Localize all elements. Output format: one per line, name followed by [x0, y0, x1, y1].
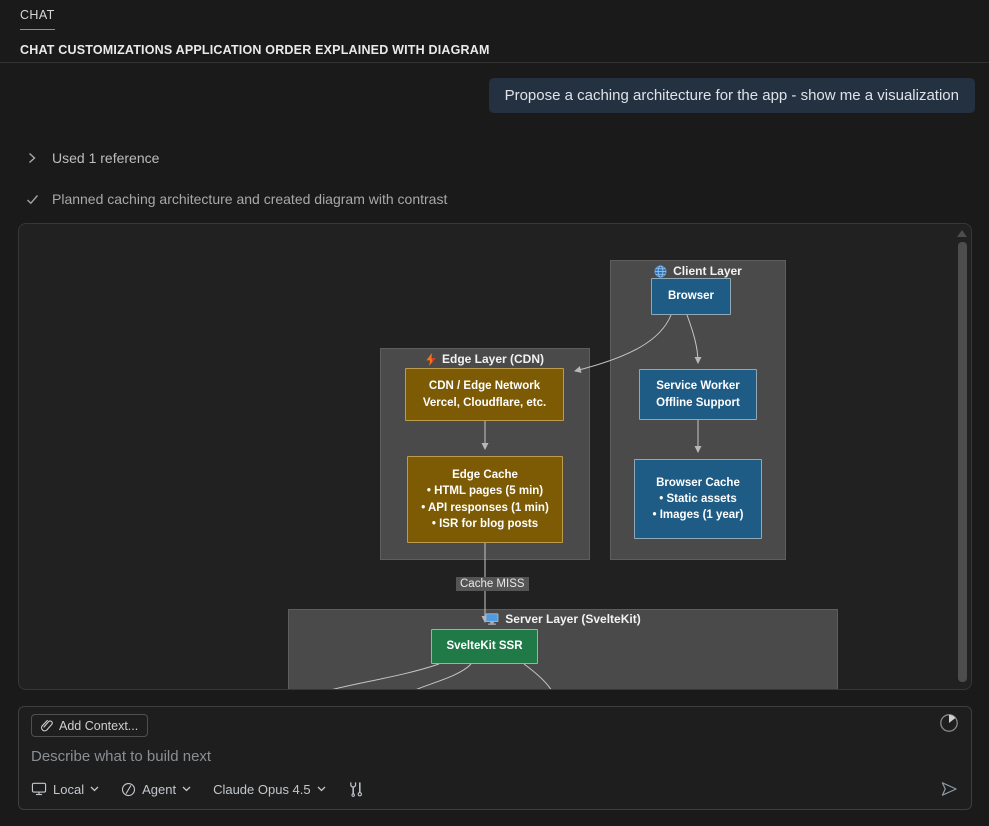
scrollbar-thumb[interactable]: [958, 242, 967, 682]
session-picker-local-label: Local: [53, 782, 84, 797]
node-cdn-line2: Vercel, Cloudflare, etc.: [423, 395, 546, 411]
node-edge-cache-item1: • HTML pages (5 min): [427, 483, 543, 499]
node-browser-label: Browser: [668, 288, 714, 304]
add-context-label: Add Context...: [59, 719, 138, 733]
composer-toolbar: Local Agent Claude Opus 4.5: [31, 778, 959, 800]
layer-title-client-label: Client Layer: [673, 264, 742, 278]
node-cdn: CDN / Edge Network Vercel, Cloudflare, e…: [405, 368, 564, 421]
add-context-button[interactable]: Add Context...: [31, 714, 148, 737]
send-icon[interactable]: [940, 780, 959, 798]
node-edge-cache-item3: • ISR for blog posts: [432, 516, 538, 532]
layer-title-client: Client Layer: [610, 264, 786, 278]
edge-label-cache-miss: Cache MISS: [456, 577, 529, 591]
lightning-icon: [426, 353, 436, 366]
layer-title-server: Server Layer (SvelteKit): [288, 612, 838, 626]
node-sveltekit-ssr-label: SvelteKit SSR: [446, 638, 522, 654]
used-references-label: Used 1 reference: [52, 150, 159, 166]
node-browser-cache-title: Browser Cache: [656, 475, 740, 491]
page-title: CHAT CUSTOMIZATIONS APPLICATION ORDER EX…: [20, 43, 490, 57]
paperclip-icon: [41, 719, 53, 732]
node-browser: Browser: [651, 278, 731, 315]
layer-title-edge-label: Edge Layer (CDN): [442, 352, 544, 366]
status-row[interactable]: Planned caching architecture and created…: [24, 191, 447, 207]
node-edge-cache-item2: • API responses (1 min): [421, 500, 549, 516]
node-browser-cache: Browser Cache • Static assets • Images (…: [634, 459, 762, 539]
globe-icon: [654, 265, 667, 278]
chat-composer: Add Context... Local: [18, 706, 972, 810]
status-label: Planned caching architecture and created…: [52, 191, 447, 207]
chevron-right-icon: [24, 152, 40, 164]
node-cdn-line1: CDN / Edge Network: [429, 378, 540, 394]
mode-picker-agent[interactable]: Agent: [121, 782, 191, 797]
node-edge-cache-title: Edge Cache: [452, 467, 518, 483]
monitor-icon: [31, 782, 47, 796]
agent-icon: [121, 782, 136, 797]
tab-chat[interactable]: CHAT: [20, 8, 55, 30]
scroll-up-button[interactable]: [957, 230, 967, 237]
model-picker-label: Claude Opus 4.5: [213, 782, 311, 797]
node-service-worker: Service Worker Offline Support: [639, 369, 757, 420]
node-sveltekit-ssr: SvelteKit SSR: [431, 629, 538, 664]
computer-icon: [485, 613, 499, 625]
layer-title-server-label: Server Layer (SvelteKit): [505, 612, 640, 626]
chevron-down-icon: [182, 786, 191, 792]
used-references-row[interactable]: Used 1 reference: [24, 150, 159, 166]
chevron-down-icon: [90, 786, 99, 792]
node-browser-cache-item1: • Static assets: [659, 491, 737, 507]
chat-input[interactable]: [31, 745, 911, 767]
mode-picker-agent-label: Agent: [142, 782, 176, 797]
node-edge-cache: Edge Cache • HTML pages (5 min) • API re…: [407, 456, 563, 543]
model-picker[interactable]: Claude Opus 4.5: [213, 782, 326, 797]
layer-title-edge: Edge Layer (CDN): [380, 352, 590, 366]
tools-icon[interactable]: [348, 781, 365, 798]
node-service-worker-line1: Service Worker: [656, 378, 740, 394]
session-picker-local[interactable]: Local: [31, 782, 99, 797]
user-message-bubble: Propose a caching architecture for the a…: [489, 78, 975, 113]
quota-indicator-icon: [939, 713, 959, 733]
chevron-down-icon: [317, 786, 326, 792]
header-divider: [0, 62, 989, 63]
diagram-viewport: Client Layer Edge Layer (CDN) Server Lay…: [18, 223, 972, 690]
check-icon: [24, 194, 40, 205]
node-browser-cache-item2: • Images (1 year): [653, 507, 744, 523]
node-service-worker-line2: Offline Support: [656, 395, 740, 411]
chat-panel: CHAT CHAT CUSTOMIZATIONS APPLICATION ORD…: [0, 0, 989, 826]
